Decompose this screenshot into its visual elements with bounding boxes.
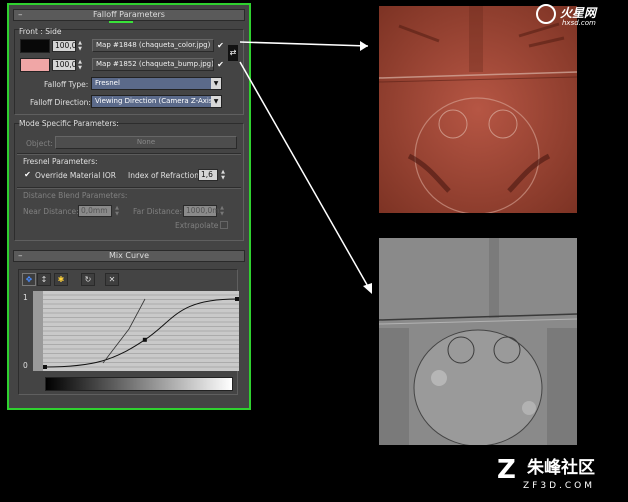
- arrow-head: [363, 283, 372, 294]
- bottom-brand-text: 朱峰社区: [527, 458, 595, 478]
- arrow-to-color-map: [239, 41, 369, 47]
- bottom-watermark: Z 朱峰社区 ZF3D.COM: [497, 456, 623, 496]
- top-brand-url: hxsd.com: [562, 19, 596, 27]
- arrow-to-bump-map: [239, 61, 371, 291]
- bottom-brand-url: ZF3D.COM: [523, 481, 595, 491]
- z-logo-icon: Z: [497, 455, 516, 485]
- arrow-head: [360, 41, 368, 51]
- brand-logo-icon: [536, 4, 556, 24]
- annotation-arrows: [239, 41, 372, 294]
- top-watermark: 火星网 hxsd.com: [536, 4, 622, 30]
